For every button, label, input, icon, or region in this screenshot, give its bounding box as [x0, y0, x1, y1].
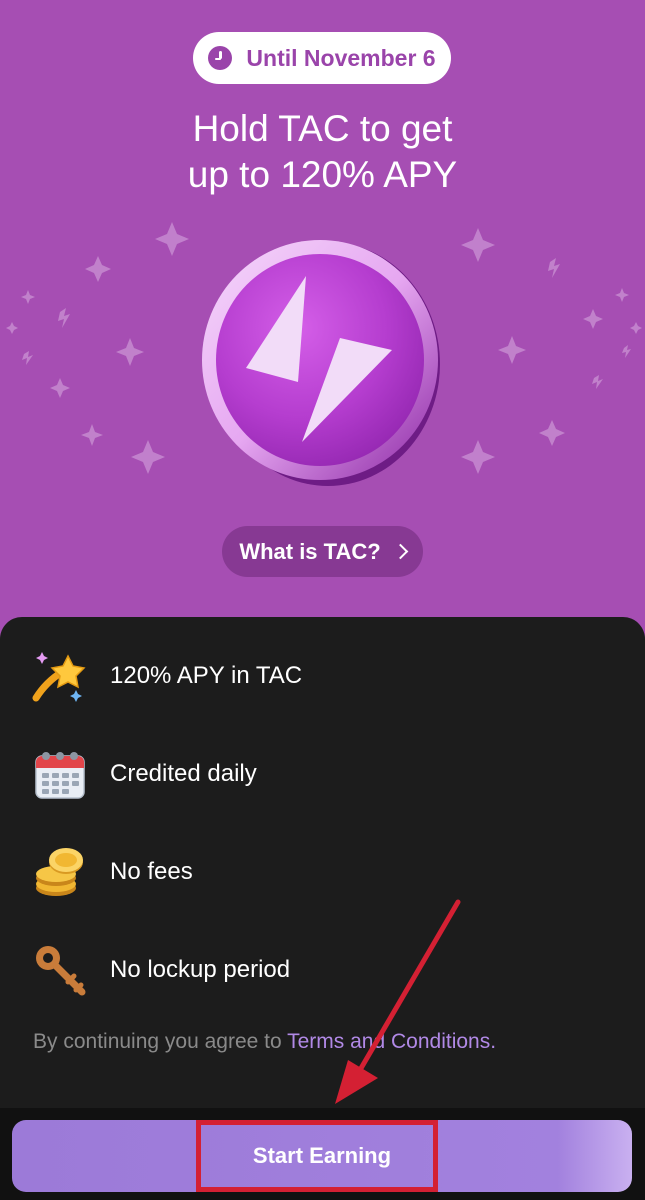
- headline-line-1: Hold TAC to get: [192, 108, 453, 149]
- what-is-tac-button[interactable]: What is TAC?: [222, 526, 423, 577]
- terms-link[interactable]: Terms and Conditions: [287, 1030, 490, 1053]
- feature-label: Credited daily: [110, 760, 257, 787]
- calendar-icon: [35, 752, 85, 799]
- clock-icon: [208, 46, 233, 70]
- headline-line-2: up to 120% APY: [187, 154, 458, 195]
- chevron-right-icon: [392, 543, 408, 560]
- tac-coin-icon: [202, 240, 440, 486]
- feature-credited: Credited daily: [32, 744, 612, 804]
- promo-headline: Hold TAC to get up to 120% APY: [0, 106, 645, 198]
- key-icon: [36, 946, 86, 996]
- terms-notice: By continuing you agree to Terms and Con…: [33, 1030, 496, 1054]
- feature-fees: No fees: [32, 842, 612, 902]
- start-earning-button[interactable]: Start Earning: [12, 1120, 632, 1192]
- deadline-text: Until November 6: [246, 44, 436, 71]
- shooting-star-icon: [32, 652, 86, 702]
- feature-label: 120% APY in TAC: [110, 662, 303, 689]
- terms-prefix: By continuing you agree to: [33, 1030, 288, 1053]
- feature-apy: 120% APY in TAC: [32, 646, 612, 706]
- feature-label: No lockup period: [110, 956, 291, 983]
- what-is-tac-label: What is TAC?: [239, 538, 381, 564]
- feature-label: No fees: [110, 858, 193, 885]
- deadline-badge: Until November 6: [193, 32, 451, 84]
- coins-icon: [36, 848, 83, 896]
- feature-lockup: No lockup period: [32, 940, 612, 1000]
- terms-suffix: .: [490, 1030, 497, 1053]
- promo-hero: Until November 6 Hold TAC to get up to 1…: [0, 0, 645, 660]
